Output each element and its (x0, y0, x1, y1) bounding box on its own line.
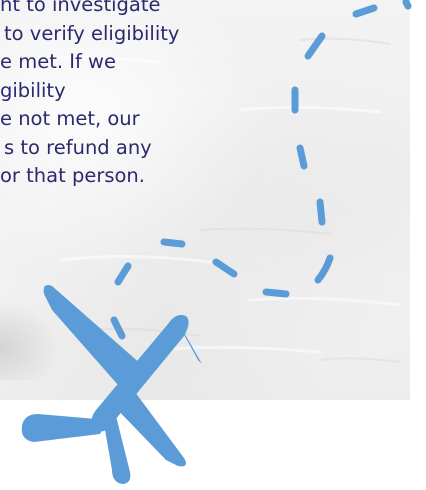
paragraph-line: to verify eligibility (4, 21, 180, 45)
paragraph-line: e not met, our (0, 107, 140, 130)
paragraph-line: s to refund any (4, 135, 152, 159)
paragraph-line: or that person. (0, 164, 145, 187)
paper-shadow (0, 300, 60, 380)
paragraph-line: e met. If we (0, 50, 116, 73)
paragraph-line: gibility (0, 78, 66, 102)
page-canvas: ht to investigate to verify eligibility … (0, 0, 426, 490)
paragraph-line: ht to investigate (0, 0, 161, 16)
eligibility-paragraph: ht to investigate to verify eligibility … (0, 0, 260, 191)
